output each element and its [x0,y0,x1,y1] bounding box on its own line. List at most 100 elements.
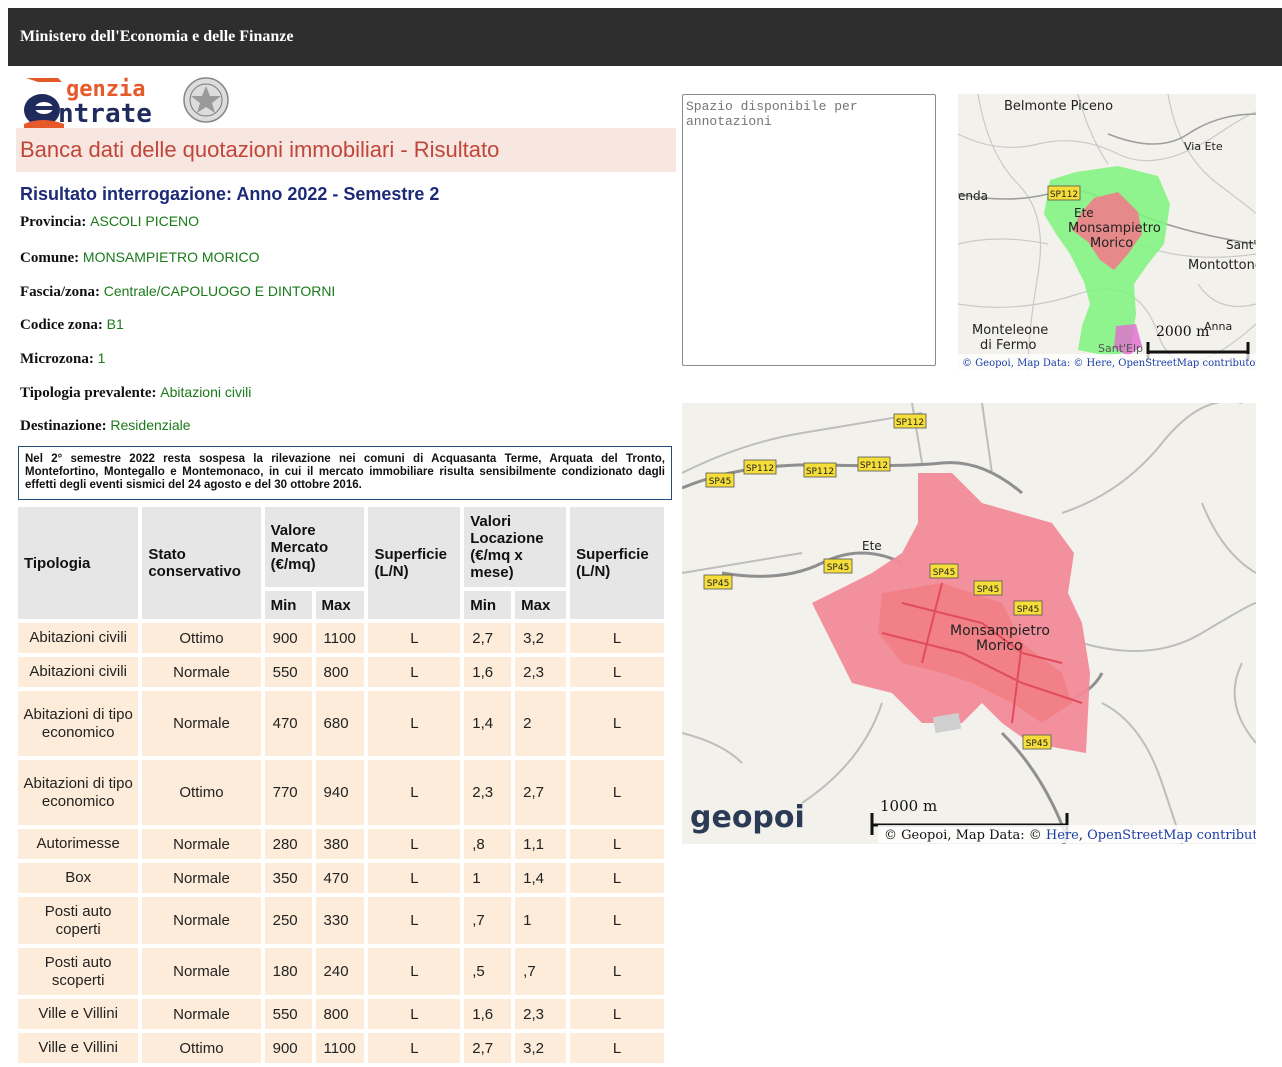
map-overview-scale-label: 2000 m [1156,324,1209,340]
cell-superficie-1: L [368,948,461,995]
cell-locazione-min: ,7 [464,897,512,944]
map-detail-attribution-prefix: © Geopoi, Map Data: © [884,828,1046,843]
cell-locazione-max: 2,3 [515,657,567,687]
cell-stato: Normale [142,829,261,859]
cell-valore-max: 240 [315,948,365,995]
table-row: Posti auto scoperti Normale 180 240 L ,5,7 L [18,948,664,995]
cell-locazione-max: 2,3 [515,999,567,1029]
map-overview[interactable]: SP112 Belmonte Piceno Via Ete enda Ete M… [958,94,1256,370]
cell-superficie-2: L [570,623,664,653]
field-tipologia: Tipologia prevalente: Abitazioni civili [20,384,251,402]
map-overview-label-monsampietro: Monsampietro [1068,221,1161,236]
map-detail-label-sp112-c: SP112 [806,467,834,477]
logo-text-entrate: ntrate [58,99,152,129]
header-valore-min: Min [264,591,312,619]
cell-superficie-2: L [570,657,664,687]
cell-tipologia: Ville e Villini [18,999,139,1029]
openstreetmap-link[interactable]: OpenStreetMap contributors [1087,828,1256,843]
cell-stato: Normale [142,999,261,1029]
cell-valore-max: 800 [315,657,365,687]
fascia-value: Centrale/CAPOLUOGO E DINTORNI [103,283,336,299]
map-detail-scale-label: 1000 m [880,797,937,815]
microzona-value: 1 [97,350,106,366]
tipologia-value: Abitazioni civili [160,384,252,400]
map-detail-label-ete: Ete [862,539,882,553]
map-detail-label-morico: Morico [976,638,1023,654]
cell-valore-min: 770 [264,760,312,825]
cell-stato: Ottimo [142,1033,261,1063]
cell-valore-min: 350 [264,863,312,893]
map-overview-label-ete: Ete [1074,206,1094,220]
cell-tipologia: Posti auto scoperti [18,948,139,995]
cell-locazione-min: 1,6 [464,999,512,1029]
cell-superficie-1: L [368,1033,461,1063]
cell-superficie-2: L [570,1033,664,1063]
cell-locazione-min: 1 [464,863,512,893]
svg-text:© Geopoi, Map Data: © Here, Op: © Geopoi, Map Data: © Here, OpenStreetMa… [884,828,1256,843]
cell-valore-min: 550 [264,999,312,1029]
map-detail-label-sp112-a: SP112 [896,418,924,428]
table-row: Posti auto coperti Normale 250 330 L ,7 1 L [18,897,664,944]
field-microzona: Microzona: 1 [20,350,105,368]
cell-locazione-max: 1,4 [515,863,567,893]
table-row: Abitazioni civili Normale 550 800 L 1,6 2,3 L [18,657,664,687]
map-overview-label-sant: Sant' [1226,238,1256,252]
cell-stato: Ottimo [142,623,261,653]
cell-locazione-max: 3,2 [515,623,567,653]
cell-superficie-2: L [570,829,664,859]
field-comune: Comune: MONSAMPIETRO MORICO [20,249,259,267]
map-detail-label-sp45-g: SP45 [1026,739,1049,749]
cell-superficie-2: L [570,691,664,756]
cell-superficie-1: L [368,863,461,893]
cell-locazione-max: 2,7 [515,760,567,825]
cell-valore-max: 470 [315,863,365,893]
map-detail-label-sp45-a: SP45 [709,477,732,487]
cell-superficie-2: L [570,999,664,1029]
provincia-value: ASCOLI PICENO [90,213,200,229]
agenzia-entrate-logo[interactable]: genzia ntrate [18,72,238,129]
cell-locazione-min: 2,7 [464,623,512,653]
map-overview-label-enda: enda [958,189,988,203]
cell-locazione-max: ,7 [515,948,567,995]
cell-superficie-1: L [368,897,461,944]
header-locazione-max: Max [515,591,567,619]
cell-superficie-1: L [368,623,461,653]
header-valore-max: Max [315,591,365,619]
cell-stato: Ottimo [142,760,261,825]
page-banner: Banca dati delle quotazioni immobiliari … [16,128,676,172]
annotations-textarea[interactable] [682,94,936,366]
map-detail-label-sp45-d: SP45 [933,568,956,578]
map-overview-label-monteleone: Monteleone [972,323,1048,338]
map-overview-label-morico: Morico [1090,236,1133,251]
cell-stato: Normale [142,691,261,756]
result-title: Risultato interrogazione: Anno 2022 - Se… [20,184,440,204]
table-row: Abitazioni di tipo economico Normale 470 68… [18,691,664,756]
microzona-label: Microzona: [20,351,94,367]
cell-superficie-2: L [570,897,664,944]
geopoi-logo[interactable]: geopoi [690,800,805,835]
map-overview-label-montottone: Montottone [1188,258,1256,273]
header-superficie-1: Superficie (L/N) [368,507,461,619]
cell-locazione-min: 1,6 [464,657,512,687]
cell-superficie-1: L [368,691,461,756]
provincia-label: Provincia: [20,214,87,230]
header-valori-locazione: Valori Locazione (€/mq x mese) [464,507,567,587]
map-overview-label-sp112: SP112 [1050,190,1078,200]
cell-superficie-1: L [368,829,461,859]
cell-superficie-1: L [368,657,461,687]
cell-locazione-min: ,8 [464,829,512,859]
table-row: Abitazioni civili Ottimo 900 1100 L 2,7 3,2 L [18,623,664,653]
table-row: Autorimesse Normale 280 380 L ,8 1,1 L [18,829,664,859]
cell-valore-max: 330 [315,897,365,944]
ministry-title: Ministero dell'Economia e delle Finanze [20,28,294,45]
cell-tipologia: Autorimesse [18,829,139,859]
map-detail-label-monsampietro: Monsampietro [950,623,1050,639]
map-detail-label-sp112-d: SP112 [860,461,888,471]
here-link[interactable]: Here [1046,828,1079,843]
table-row: Ville e Villini Ottimo 900 1100 L 2,7 3,2 L [18,1033,664,1063]
map-detail[interactable]: SP112 SP112 SP112 SP112 SP45 SP45 SP45 S… [682,403,1256,844]
map-overview-attribution[interactable]: © Geopoi, Map Data: © Here, OpenStreetMa… [962,358,1256,369]
cell-superficie-2: L [570,760,664,825]
cell-tipologia: Abitazioni di tipo economico [18,760,139,825]
map-overview-label-santelp: Sant'Elp [1098,342,1143,355]
